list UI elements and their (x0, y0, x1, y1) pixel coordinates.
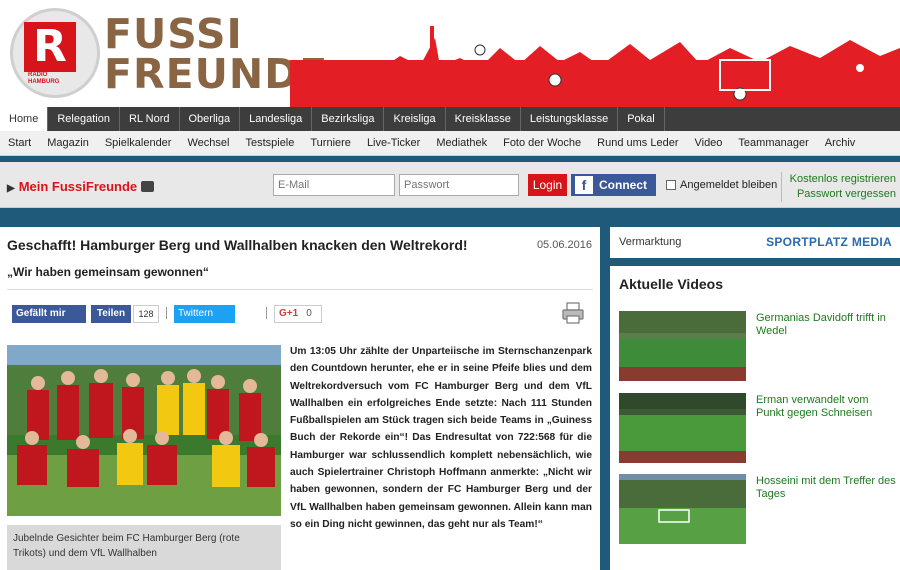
team-photo[interactable] (7, 345, 281, 516)
register-link[interactable]: Kostenlos registrieren (790, 172, 896, 187)
nav-video[interactable]: Video (686, 131, 730, 156)
nav-start[interactable]: Start (0, 131, 39, 156)
photo-caption: Jubelnde Gesichter beim FC Hamburger Ber… (7, 525, 281, 570)
nav-mediathek[interactable]: Mediathek (428, 131, 495, 156)
nav-rund-ums-leder[interactable]: Rund ums Leder (589, 131, 686, 156)
mein-fussifreunde-link[interactable]: ▶ Mein FussiFreunde (7, 179, 155, 194)
facebook-like-button[interactable]: Gefällt mir (12, 305, 86, 323)
google-plus-button[interactable]: G+1 0 (274, 305, 322, 323)
nav-live-ticker[interactable]: Live-Ticker (359, 131, 428, 156)
article-body: Um 13:05 Uhr zählte der Unparteiische im… (290, 346, 592, 530)
logo-letter: R (24, 22, 76, 72)
gplus-count: 0 (306, 308, 312, 319)
connect-label: Connect (599, 178, 647, 192)
nav-landesliga[interactable]: Landesliga (240, 107, 313, 131)
mein-label: Mein FussiFreunde (18, 179, 138, 194)
skyline-players-illustration (300, 26, 900, 107)
logo-subtext: RADIO HAMBURG (28, 72, 60, 85)
nav-archiv[interactable]: Archiv (817, 131, 864, 156)
facebook-icon: f (575, 176, 593, 194)
nav-home[interactable]: Home (0, 107, 49, 131)
marketing-box: Vermarktung SPORTPLATZ MEDIA (610, 227, 900, 258)
primary-nav: Home Relegation RL Nord Oberliga Landesl… (0, 107, 900, 131)
play-arrow-icon: ▶ (7, 183, 15, 194)
nav-pokal[interactable]: Pokal (618, 107, 665, 131)
share-count: 128 (133, 305, 159, 323)
twitter-button[interactable]: Twittern (174, 305, 235, 323)
gplus-label: G+1 (279, 308, 299, 319)
article-headline: Geschafft! Hamburger Berg und Wallhalben… (7, 237, 468, 253)
remember-checkbox[interactable] (666, 180, 676, 190)
divider (266, 307, 267, 319)
article: Geschafft! Hamburger Berg und Wallhalben… (0, 227, 600, 570)
brand-line-1: FUSSI (104, 10, 243, 58)
videos-box: Aktuelle Videos Germanias Davidoff triff… (610, 266, 900, 570)
nav-teammanager[interactable]: Teammanager (730, 131, 816, 156)
account-links: Kostenlos registrieren Passwort vergesse… (780, 172, 896, 202)
forgot-password-link[interactable]: Passwort vergessen (790, 187, 896, 202)
login-button[interactable]: Login (528, 174, 567, 196)
nav-relegation[interactable]: Relegation (48, 107, 120, 131)
article-date: 05.06.2016 (536, 239, 592, 251)
nav-testspiele[interactable]: Testspiele (237, 131, 302, 156)
facebook-connect-button[interactable]: f Connect (571, 174, 656, 196)
videos-title: Aktuelle Videos (619, 276, 724, 292)
twitter-label: Twittern (178, 308, 214, 319)
site-header: R RADIO HAMBURG FUSSI FREUNDE (0, 0, 900, 107)
nav-kreisliga[interactable]: Kreisliga (384, 107, 446, 131)
divider (7, 289, 593, 290)
email-input[interactable] (273, 174, 395, 196)
nav-wechsel[interactable]: Wechsel (179, 131, 237, 156)
video-title-link[interactable]: Germanias Davidoff trifft in Wedel (756, 312, 896, 338)
nav-rl-nord[interactable]: RL Nord (120, 107, 180, 131)
marketing-label: Vermarktung (619, 236, 682, 248)
video-thumbnail[interactable] (619, 474, 746, 544)
print-icon[interactable] (561, 301, 585, 325)
login-bar: ▶Mein FussiFreunde Login f Connect Angeme… (0, 162, 900, 208)
chat-bubble-icon (141, 181, 155, 192)
nav-oberliga[interactable]: Oberliga (180, 107, 241, 131)
nav-foto-der-woche[interactable]: Foto der Woche (495, 131, 589, 156)
nav-turniere[interactable]: Turniere (302, 131, 359, 156)
nav-magazin[interactable]: Magazin (39, 131, 97, 156)
sportplatz-media-logo[interactable]: SPORTPLATZ MEDIA (766, 235, 892, 249)
nav-kreisklasse[interactable]: Kreisklasse (446, 107, 521, 131)
nav-spielkalender[interactable]: Spielkalender (97, 131, 180, 156)
nav-leistungsklasse[interactable]: Leistungsklasse (521, 107, 619, 131)
facebook-share-button[interactable]: Teilen (91, 305, 131, 323)
video-title-link[interactable]: Erman verwandelt vom Punkt gegen Schneis… (756, 394, 896, 420)
secondary-nav: Start Magazin Spielkalender Wechsel Test… (0, 131, 900, 156)
video-thumbnail[interactable] (619, 393, 746, 463)
fb-like-label: Gefällt mir (16, 308, 66, 319)
password-input[interactable] (399, 174, 519, 196)
article-subheadline: „Wir haben gemeinsam gewonnen“ (7, 265, 209, 279)
nav-bezirksliga[interactable]: Bezirksliga (312, 107, 385, 131)
divider (166, 307, 167, 319)
fb-share-label: Teilen (96, 308, 126, 319)
video-title-link[interactable]: Hosseini mit dem Treffer des Tages (756, 475, 896, 501)
video-thumbnail[interactable] (619, 311, 746, 381)
remember-label: Angemeldet bleiben (680, 179, 778, 191)
